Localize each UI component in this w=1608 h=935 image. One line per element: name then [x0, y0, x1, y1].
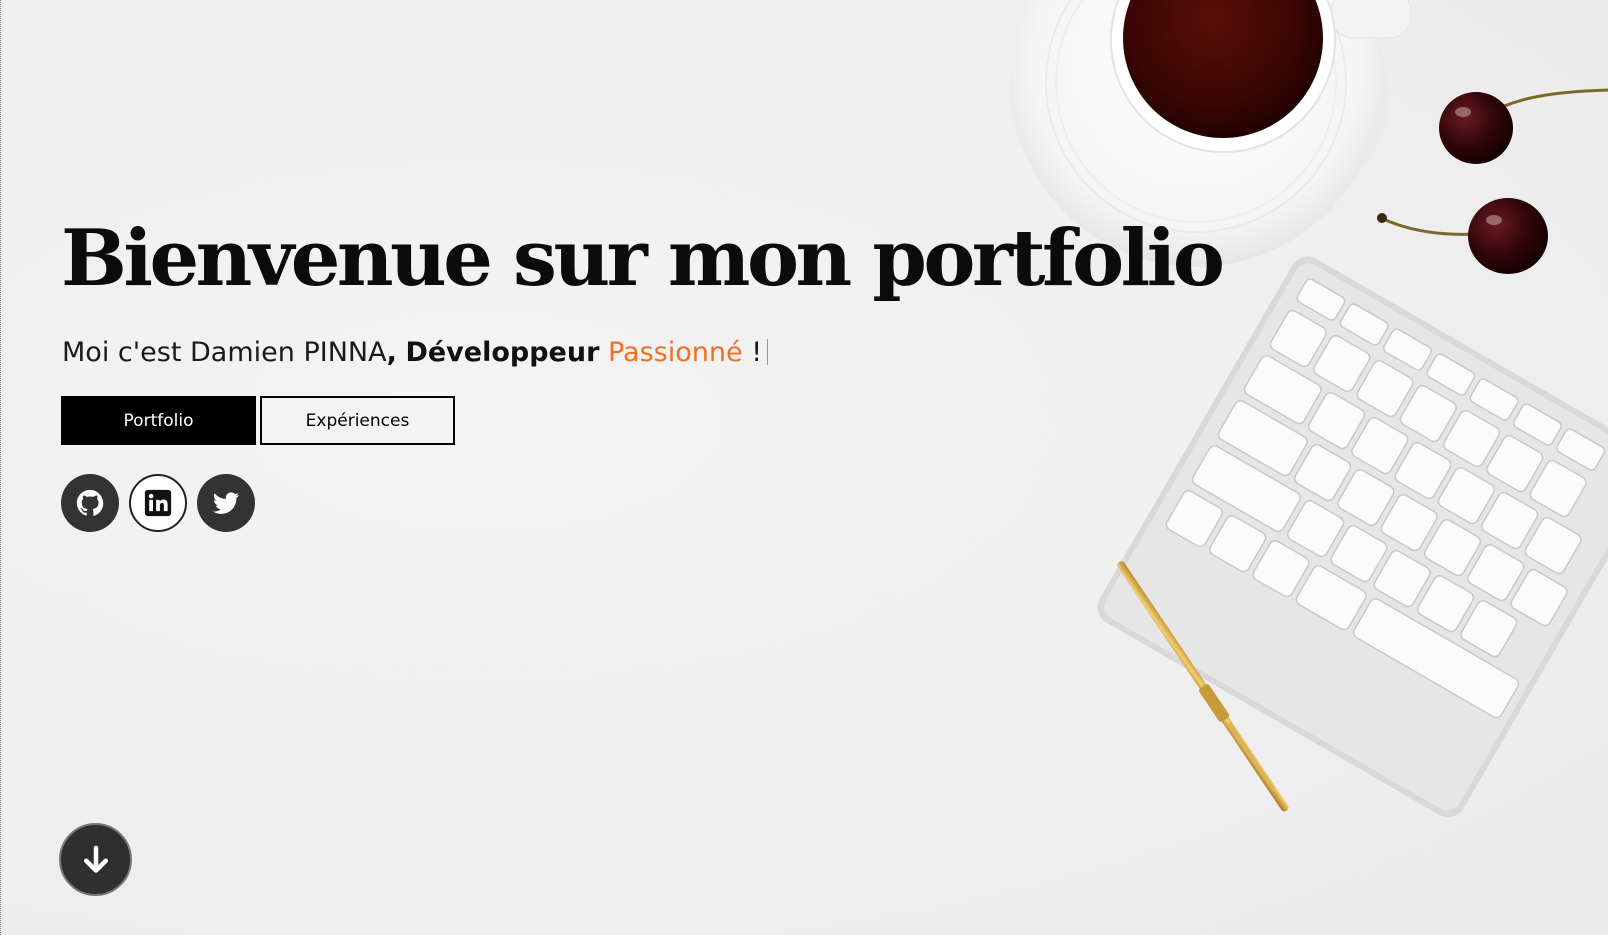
hero-background-image — [1009, 0, 1608, 818]
github-icon — [76, 489, 104, 516]
scroll-down-button[interactable] — [59, 823, 132, 896]
typing-caret — [767, 339, 769, 365]
hero-subtitle: Moi c'est Damien PINNA, Développeur Pass… — [62, 334, 769, 372]
linkedin-link[interactable] — [129, 474, 187, 532]
arrow-down-icon — [83, 845, 108, 873]
github-link[interactable] — [61, 474, 119, 532]
linkedin-icon — [144, 489, 172, 517]
subtitle-role: Développeur — [405, 337, 600, 368]
hero-section: Bienvenue sur mon portfolio Moi c'est Da… — [0, 0, 1608, 935]
subtitle-end: ! — [751, 337, 763, 368]
subtitle-typed-word: Passionné — [607, 337, 743, 368]
twitter-link[interactable] — [197, 474, 255, 532]
subtitle-comma: , — [386, 337, 397, 368]
portfolio-button[interactable]: Portfolio — [61, 396, 256, 445]
subtitle-intro: Moi c'est Damien PINNA — [62, 337, 387, 368]
experiences-button[interactable]: Expériences — [260, 396, 455, 445]
page-title: Bienvenue sur mon portfolio — [61, 213, 1225, 304]
twitter-icon — [212, 492, 240, 514]
